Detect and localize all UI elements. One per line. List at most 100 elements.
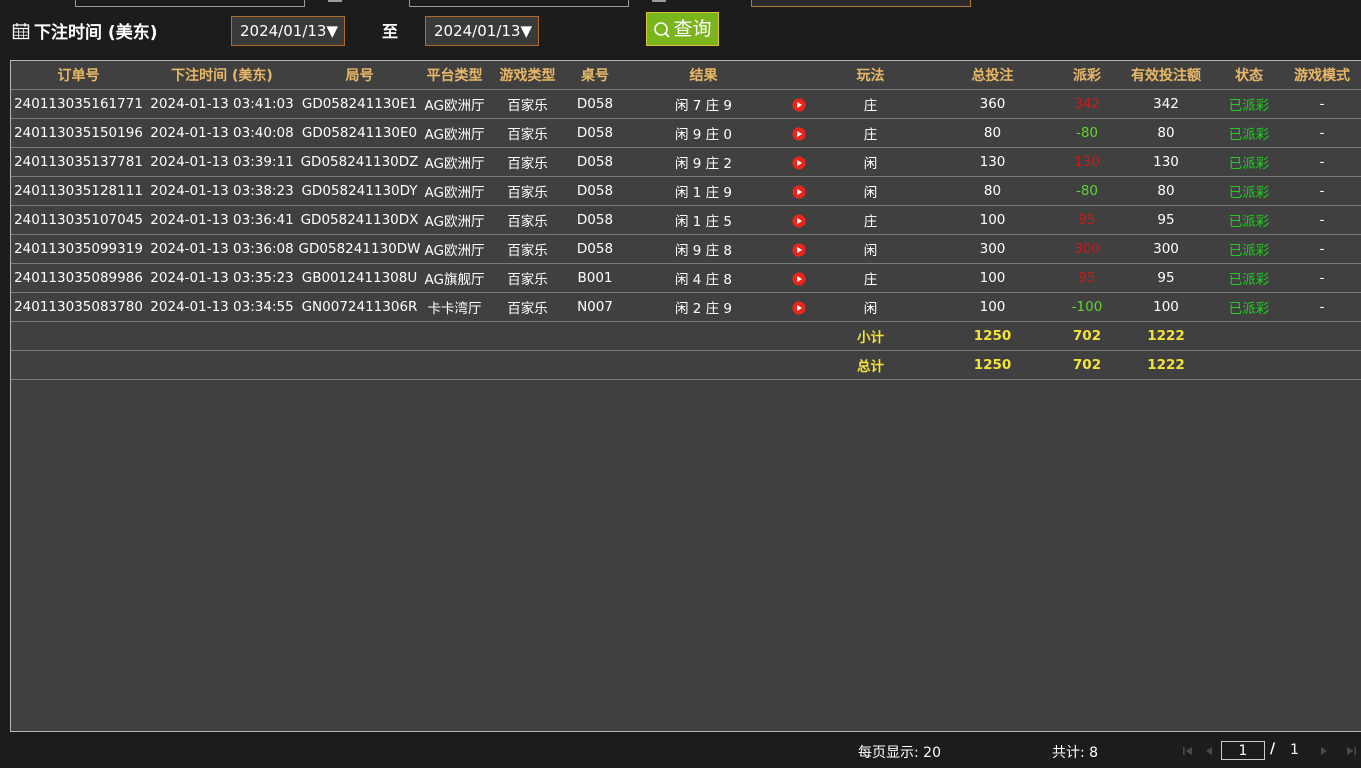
valid-bet-cell: 342 <box>1116 89 1216 119</box>
col-header-payout: 派彩 <box>1058 61 1116 90</box>
play-cell: 闲 <box>814 292 927 322</box>
game-mode-cell: - <box>1282 176 1361 206</box>
result-cell: 闲 2 庄 9 <box>623 292 784 322</box>
order-no-cell: 240113035150196 <box>11 118 146 148</box>
status-cell: 已派彩 <box>1216 147 1282 177</box>
round-no-cell: GN0072411306R <box>298 292 421 322</box>
summary-body: 小计 1250 702 1222 总计 1250 702 1222 <box>11 321 1361 380</box>
bet-time-cell: 2024-01-13 03:36:41 <box>146 205 298 235</box>
total-label: 总计 <box>814 350 927 380</box>
platform-cell: AG旗舰厅 <box>421 263 488 293</box>
game-type-cell: 百家乐 <box>488 205 567 235</box>
table-header-row: 订单号 下注时间 (美东) 局号 平台类型 游戏类型 桌号 结果 玩法 总投注 … <box>11 61 1361 90</box>
end-date-select[interactable]: 2024/01/13▼ <box>425 16 539 46</box>
bet-record-page: 下注时间 (美东) 2024/01/13▼ 至 2024/01/13▼ 查询 订… <box>0 0 1361 768</box>
platform-cell: AG欧洲厅 <box>421 176 488 206</box>
total-pages: 1 <box>1290 742 1299 758</box>
payout-cell: 95 <box>1058 205 1116 235</box>
next-page-icon[interactable] <box>1318 745 1330 757</box>
table-row: 240113035107045 2024-01-13 03:36:41 GD0582… <box>11 205 1361 235</box>
play-video-icon[interactable] <box>792 242 806 257</box>
total-bet-cell: 300 <box>927 234 1058 264</box>
col-header-round-no: 局号 <box>298 61 421 90</box>
table-no-cell: B001 <box>567 263 623 293</box>
search-icon <box>654 22 670 38</box>
table-row: 240113035137781 2024-01-13 03:39:11 GD0582… <box>11 147 1361 177</box>
top-mark-2 <box>652 0 666 2</box>
col-header-game-type: 游戏类型 <box>488 61 567 90</box>
subtotal-valid: 1222 <box>1116 321 1216 351</box>
platform-cell: AG欧洲厅 <box>421 234 488 264</box>
result-cell: 闲 9 庄 8 <box>623 234 784 264</box>
status-cell: 已派彩 <box>1216 118 1282 148</box>
top-select-cutoff[interactable] <box>751 0 971 7</box>
video-cell <box>784 292 814 322</box>
to-label: 至 <box>382 22 399 41</box>
bet-time-cell: 2024-01-13 03:38:23 <box>146 176 298 206</box>
start-date-select[interactable]: 2024/01/13▼ <box>231 16 345 46</box>
round-no-cell: GD058241130DZ <box>298 147 421 177</box>
top-mark-1 <box>328 0 342 2</box>
table-no-cell: D058 <box>567 205 623 235</box>
first-page-icon[interactable] <box>1182 745 1194 757</box>
round-no-cell: GD058241130DY <box>298 176 421 206</box>
game-mode-cell: - <box>1282 234 1361 264</box>
payout-cell: -100 <box>1058 292 1116 322</box>
total-row: 总计 1250 702 1222 <box>11 350 1361 380</box>
round-no-cell: GD058241130E1 <box>298 89 421 119</box>
total-bet-cell: 130 <box>927 147 1058 177</box>
bet-time-label: 下注时间 (美东) <box>34 23 158 43</box>
payout-cell: 130 <box>1058 147 1116 177</box>
bet-time-cell: 2024-01-13 03:36:08 <box>146 234 298 264</box>
payout-cell: 300 <box>1058 234 1116 264</box>
last-page-icon[interactable] <box>1345 745 1357 757</box>
page-number-input[interactable] <box>1221 741 1265 760</box>
play-cell: 庄 <box>814 263 927 293</box>
date-filter-bar: 下注时间 (美东) 2024/01/13▼ 至 2024/01/13▼ 查询 <box>10 10 770 50</box>
col-header-total-bet: 总投注 <box>927 61 1058 90</box>
game-type-cell: 百家乐 <box>488 292 567 322</box>
play-cell: 庄 <box>814 89 927 119</box>
play-video-icon[interactable] <box>792 155 806 170</box>
valid-bet-cell: 95 <box>1116 205 1216 235</box>
bet-record-table-panel: 订单号 下注时间 (美东) 局号 平台类型 游戏类型 桌号 结果 玩法 总投注 … <box>10 60 1361 732</box>
status-cell: 已派彩 <box>1216 292 1282 322</box>
total-bet-cell: 80 <box>927 118 1058 148</box>
total-bet-cell: 100 <box>927 263 1058 293</box>
status-cell: 已派彩 <box>1216 234 1282 264</box>
play-video-icon[interactable] <box>792 213 806 228</box>
prev-page-icon[interactable] <box>1203 745 1215 757</box>
result-cell: 闲 9 庄 0 <box>623 118 784 148</box>
video-cell <box>784 176 814 206</box>
valid-bet-cell: 80 <box>1116 176 1216 206</box>
payout-cell: -80 <box>1058 176 1116 206</box>
top-input-cutoff-1[interactable] <box>75 0 305 7</box>
play-video-icon[interactable] <box>792 126 806 141</box>
status-cell: 已派彩 <box>1216 89 1282 119</box>
game-mode-cell: - <box>1282 205 1361 235</box>
col-header-game-mode: 游戏模式 <box>1282 61 1361 90</box>
bet-record-table: 订单号 下注时间 (美东) 局号 平台类型 游戏类型 桌号 结果 玩法 总投注 … <box>11 61 1361 380</box>
platform-cell: AG欧洲厅 <box>421 147 488 177</box>
total-bet-cell: 100 <box>927 292 1058 322</box>
play-video-icon[interactable] <box>792 97 806 112</box>
game-type-cell: 百家乐 <box>488 234 567 264</box>
play-video-icon[interactable] <box>792 300 806 315</box>
col-header-result: 结果 <box>623 61 784 90</box>
subtotal-row: 小计 1250 702 1222 <box>11 321 1361 351</box>
query-button[interactable]: 查询 <box>646 12 719 46</box>
play-video-icon[interactable] <box>792 184 806 199</box>
top-input-cutoff-2[interactable] <box>409 0 629 7</box>
valid-bet-cell: 130 <box>1116 147 1216 177</box>
table-no-cell: D058 <box>567 147 623 177</box>
video-cell <box>784 263 814 293</box>
game-type-cell: 百家乐 <box>488 118 567 148</box>
order-no-cell: 240113035161771 <box>11 89 146 119</box>
table-row: 240113035083780 2024-01-13 03:34:55 GN0072… <box>11 292 1361 322</box>
result-cell: 闲 9 庄 2 <box>623 147 784 177</box>
status-cell: 已派彩 <box>1216 176 1282 206</box>
valid-bet-cell: 300 <box>1116 234 1216 264</box>
total-valid: 1222 <box>1116 350 1216 380</box>
valid-bet-cell: 80 <box>1116 118 1216 148</box>
play-video-icon[interactable] <box>792 271 806 286</box>
